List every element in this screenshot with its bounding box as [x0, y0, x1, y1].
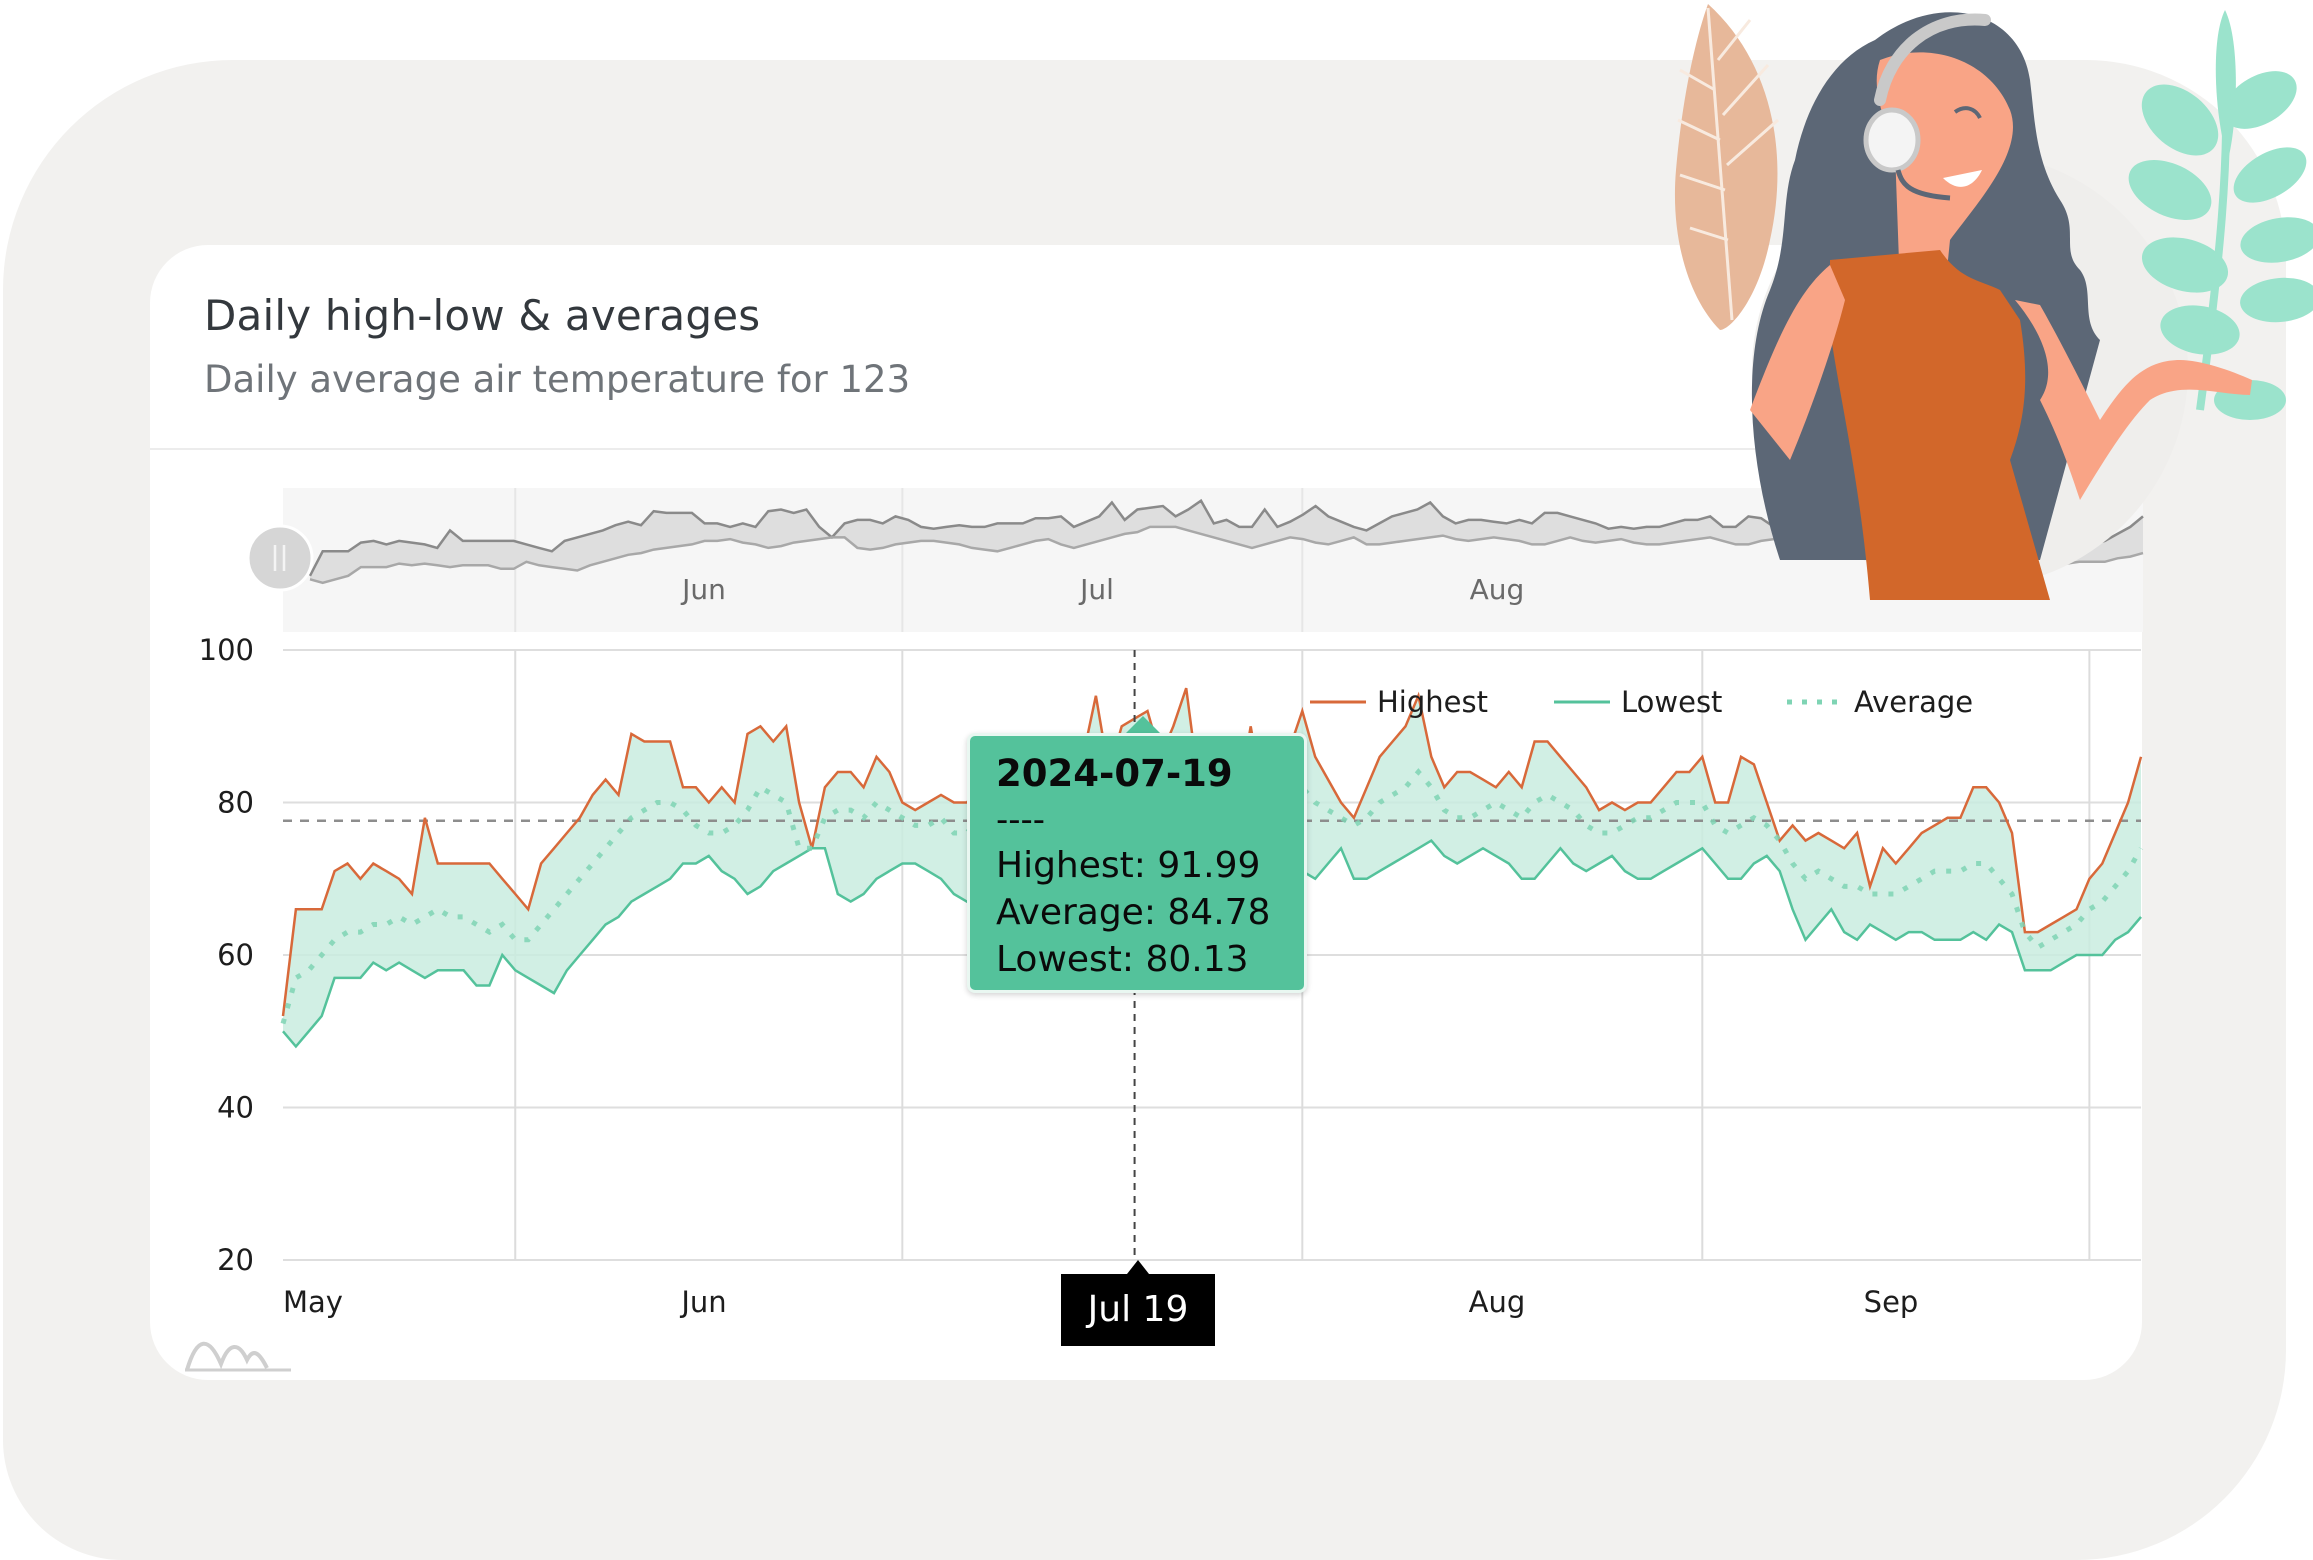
legend-item-average[interactable]: Average [1787, 685, 1973, 719]
y-tick-label-40: 40 [217, 1091, 254, 1125]
legend: Highest Lowest Average [1310, 685, 1973, 719]
leaf-decoration-icon [1674, 4, 1779, 330]
y-axis-labels: 20 40 60 80 100 [199, 633, 254, 1277]
tooltip-separator: ---- [996, 800, 1046, 840]
headset-icon [1863, 107, 1921, 173]
tooltip-average: Average: 84.78 [996, 892, 1271, 933]
navigator-left-handle[interactable] [246, 524, 314, 592]
navigator-label-aug: Aug [1470, 573, 1525, 606]
crosshair-date-label: Jul 19 [1061, 1274, 1215, 1346]
navigator-label-jul: Jul [1078, 573, 1114, 606]
y-tick-label-100: 100 [199, 633, 254, 667]
tooltip-arrow [1125, 716, 1161, 734]
x-tick-label-may: May [283, 1285, 343, 1319]
tooltip-lowest: Lowest: 80.13 [996, 939, 1249, 980]
navigator-label-jun: Jun [680, 573, 726, 606]
x-tick-label-jun: Jun [679, 1285, 726, 1319]
x-tick-label-aug: Aug [1469, 1285, 1526, 1319]
y-tick-label-20: 20 [217, 1243, 254, 1277]
legend-label-average: Average [1854, 685, 1973, 719]
y-tick-label-60: 60 [217, 938, 254, 972]
legend-label-highest: Highest [1377, 685, 1488, 719]
data-tooltip: 2024-07-19 ---- Highest: 91.99 Average: … [967, 733, 1307, 993]
tooltip-highest: Highest: 91.99 [996, 845, 1261, 886]
crosshair-label-arrow [1127, 1260, 1149, 1274]
chart-logo-icon [185, 1341, 291, 1372]
legend-item-lowest[interactable]: Lowest [1554, 685, 1722, 719]
legend-label-lowest: Lowest [1621, 685, 1722, 719]
y-tick-label-80: 80 [217, 786, 254, 820]
legend-item-highest[interactable]: Highest [1310, 685, 1488, 719]
tooltip-date: 2024-07-19 [996, 752, 1233, 795]
x-tick-label-sep: Sep [1864, 1285, 1919, 1319]
support-agent-illustration [1674, 4, 2313, 600]
